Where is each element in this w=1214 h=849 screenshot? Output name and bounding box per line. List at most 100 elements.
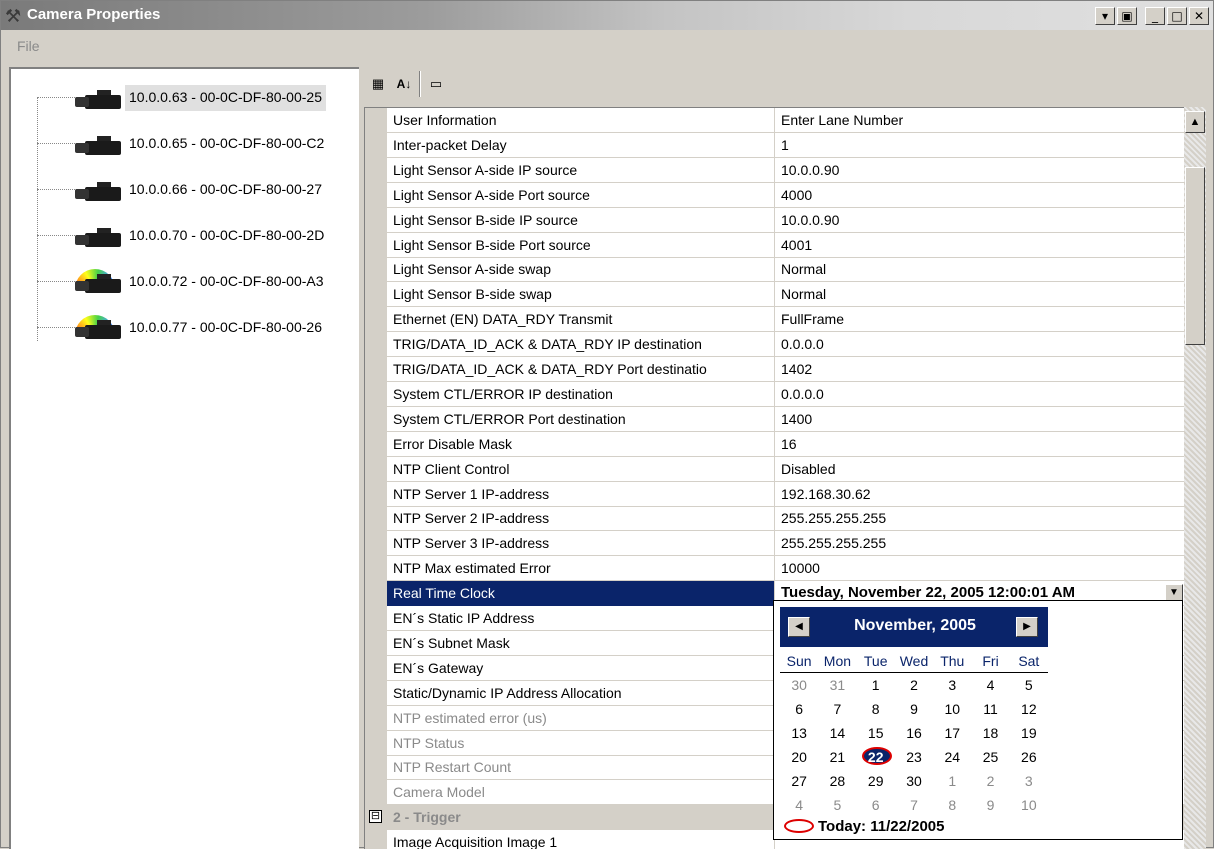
property-value[interactable]: FullFrame — [775, 307, 1184, 332]
property-row[interactable]: NTP Client Control Disabled — [387, 456, 1184, 482]
property-value[interactable]: 4000 — [775, 183, 1184, 208]
property-row[interactable]: Light Sensor B-side Port source 4001 — [387, 232, 1184, 258]
calendar-day[interactable]: 24 — [933, 745, 971, 769]
calendar-day[interactable]: 21 — [818, 745, 856, 769]
scroll-up-button[interactable]: ▲ — [1185, 111, 1205, 133]
tree-item-camera[interactable]: 10.0.0.66 - 00-0C-DF-80-00-27 — [11, 171, 359, 207]
calendar-day[interactable]: 20 — [780, 745, 818, 769]
property-pages-icon[interactable]: ▭ — [425, 73, 447, 95]
calendar-day[interactable]: 4 — [971, 673, 1009, 697]
property-row[interactable]: NTP Server 1 IP-address 192.168.30.62 — [387, 481, 1184, 507]
property-row[interactable]: Ethernet (EN) DATA_RDY Transmit FullFrame — [387, 307, 1184, 333]
property-row[interactable]: TRIG/DATA_ID_ACK & DATA_RDY Port destina… — [387, 357, 1184, 382]
property-value[interactable]: Normal — [775, 257, 1184, 282]
today-link[interactable]: Today: 11/22/2005 — [784, 815, 944, 837]
calendar-day[interactable]: 29 — [857, 769, 895, 793]
property-value[interactable]: 1400 — [775, 407, 1184, 432]
calendar-day[interactable]: 3 — [1010, 769, 1048, 793]
property-row[interactable]: Error Disable Mask 16 — [387, 431, 1184, 457]
calendar-day[interactable]: 10 — [933, 697, 971, 721]
sort-az-icon[interactable]: A↓ — [393, 73, 415, 95]
property-row[interactable]: Light Sensor A-side IP source 10.0.0.90 — [387, 157, 1184, 183]
next-month-button[interactable]: ▶ — [1016, 617, 1038, 637]
maximize-button[interactable]: □ — [1167, 7, 1187, 25]
calendar-day[interactable]: 3 — [933, 673, 971, 697]
property-row[interactable]: System CTL/ERROR IP destination 0.0.0.0 — [387, 381, 1184, 407]
calendar-day[interactable]: 11 — [971, 697, 1009, 721]
property-row[interactable]: NTP Max estimated Error 10000 — [387, 556, 1184, 582]
menu-file[interactable]: File — [17, 38, 40, 54]
calendar-day[interactable]: 19 — [1010, 721, 1048, 745]
calendar-day[interactable]: 2 — [971, 769, 1009, 793]
camera-tree[interactable]: 10.0.0.63 - 00-0C-DF-80-00-25 10.0.0.65 -… — [9, 67, 359, 849]
calendar-day[interactable]: 9 — [971, 793, 1009, 817]
calendar-day[interactable]: 17 — [933, 721, 971, 745]
calendar-day[interactable]: 23 — [895, 745, 933, 769]
property-value[interactable]: 0.0.0.0 — [775, 382, 1184, 407]
property-value[interactable]: 10.0.0.90 — [775, 208, 1184, 233]
calendar-day[interactable]: 9 — [895, 697, 933, 721]
property-value[interactable]: 10000 — [775, 556, 1184, 581]
property-row[interactable]: TRIG/DATA_ID_ACK & DATA_RDY IP destinati… — [387, 332, 1184, 358]
collapse-toggle-icon[interactable]: ⊟ — [369, 810, 382, 824]
title-bar[interactable]: ⚒ Camera Properties ▾ ▣ _ □ ✕ — [1, 1, 1213, 30]
calendar-day[interactable]: 18 — [971, 721, 1009, 745]
property-value[interactable]: 255.255.255.255 — [775, 531, 1184, 556]
tree-item-camera[interactable]: 10.0.0.63 - 00-0C-DF-80-00-25 — [11, 79, 359, 115]
categorized-icon[interactable]: ▦ — [367, 73, 389, 95]
calendar-day[interactable]: 1 — [857, 673, 895, 697]
calendar-day[interactable]: 12 — [1010, 697, 1048, 721]
property-row[interactable]: Light Sensor B-side IP source 10.0.0.90 — [387, 207, 1184, 233]
property-row[interactable]: Light Sensor B-side swap Normal — [387, 282, 1184, 308]
property-value[interactable]: Disabled — [775, 457, 1184, 482]
calendar-day[interactable]: 31 — [818, 673, 856, 697]
tree-item-camera[interactable]: 10.0.0.65 - 00-0C-DF-80-00-C2 — [11, 125, 359, 161]
property-row[interactable]: User Information Enter Lane Number — [387, 108, 1184, 133]
calendar-day[interactable]: 15 — [857, 721, 895, 745]
vertical-scrollbar[interactable]: ▲ — [1184, 107, 1206, 849]
calendar-day[interactable]: 8 — [933, 793, 971, 817]
calendar-day[interactable]: 7 — [818, 697, 856, 721]
property-value[interactable]: Normal — [775, 282, 1184, 307]
calendar-month-label[interactable]: November, 2005 — [820, 617, 1010, 635]
tree-item-camera[interactable]: 10.0.0.77 - 00-0C-DF-80-00-26 — [11, 309, 359, 345]
scroll-thumb[interactable] — [1185, 167, 1205, 345]
calendar-day[interactable]: 25 — [971, 745, 1009, 769]
calendar-day[interactable]: 16 — [895, 721, 933, 745]
calendar-day[interactable]: 6 — [780, 697, 818, 721]
property-row[interactable]: NTP Server 3 IP-address 255.255.255.255 — [387, 531, 1184, 557]
date-picker-calendar[interactable]: ◀ November, 2005 ▶ Sun Mon Tue Wed Thu Fri Sat… — [773, 600, 1183, 840]
property-value[interactable]: 1 — [775, 133, 1184, 158]
calendar-day[interactable]: 4 — [780, 793, 818, 817]
close-button[interactable]: ✕ — [1189, 7, 1209, 25]
property-value[interactable]: 4001 — [775, 233, 1184, 258]
tree-item-camera[interactable]: 10.0.0.72 - 00-0C-DF-80-00-A3 — [11, 263, 359, 299]
calendar-day[interactable]: 5 — [818, 793, 856, 817]
calendar-day[interactable]: 13 — [780, 721, 818, 745]
tile-icon[interactable]: ▣ — [1117, 7, 1137, 25]
calendar-day[interactable]: 30 — [780, 673, 818, 697]
restore-down-icon[interactable]: ▾ — [1095, 7, 1115, 25]
calendar-day[interactable]: 10 — [1010, 793, 1048, 817]
calendar-day[interactable]: 7 — [895, 793, 933, 817]
property-row[interactable]: Light Sensor A-side swap Normal — [387, 257, 1184, 283]
calendar-day[interactable]: 6 — [857, 793, 895, 817]
property-row[interactable]: System CTL/ERROR Port destination 1400 — [387, 406, 1184, 432]
property-row[interactable]: Inter-packet Delay 1 — [387, 132, 1184, 158]
minimize-button[interactable]: _ — [1145, 7, 1165, 25]
tree-item-camera[interactable]: 10.0.0.70 - 00-0C-DF-80-00-2D — [11, 217, 359, 253]
calendar-day[interactable]: 30 — [895, 769, 933, 793]
calendar-day[interactable]: 8 — [857, 697, 895, 721]
property-value[interactable]: 255.255.255.255 — [775, 506, 1184, 531]
property-value[interactable]: Enter Lane Number — [775, 108, 1184, 133]
calendar-day[interactable]: 27 — [780, 769, 818, 793]
property-value[interactable]: 10.0.0.90 — [775, 158, 1184, 183]
property-row[interactable]: Light Sensor A-side Port source 4000 — [387, 182, 1184, 208]
calendar-day[interactable]: 5 — [1010, 673, 1048, 697]
calendar-day[interactable]: 1 — [933, 769, 971, 793]
calendar-day[interactable]: 2 — [895, 673, 933, 697]
property-value[interactable]: 192.168.30.62 — [775, 482, 1184, 507]
property-value[interactable]: 0.0.0.0 — [775, 332, 1184, 357]
calendar-day[interactable]: 26 — [1010, 745, 1048, 769]
calendar-day-selected[interactable]: 22 — [857, 745, 895, 769]
